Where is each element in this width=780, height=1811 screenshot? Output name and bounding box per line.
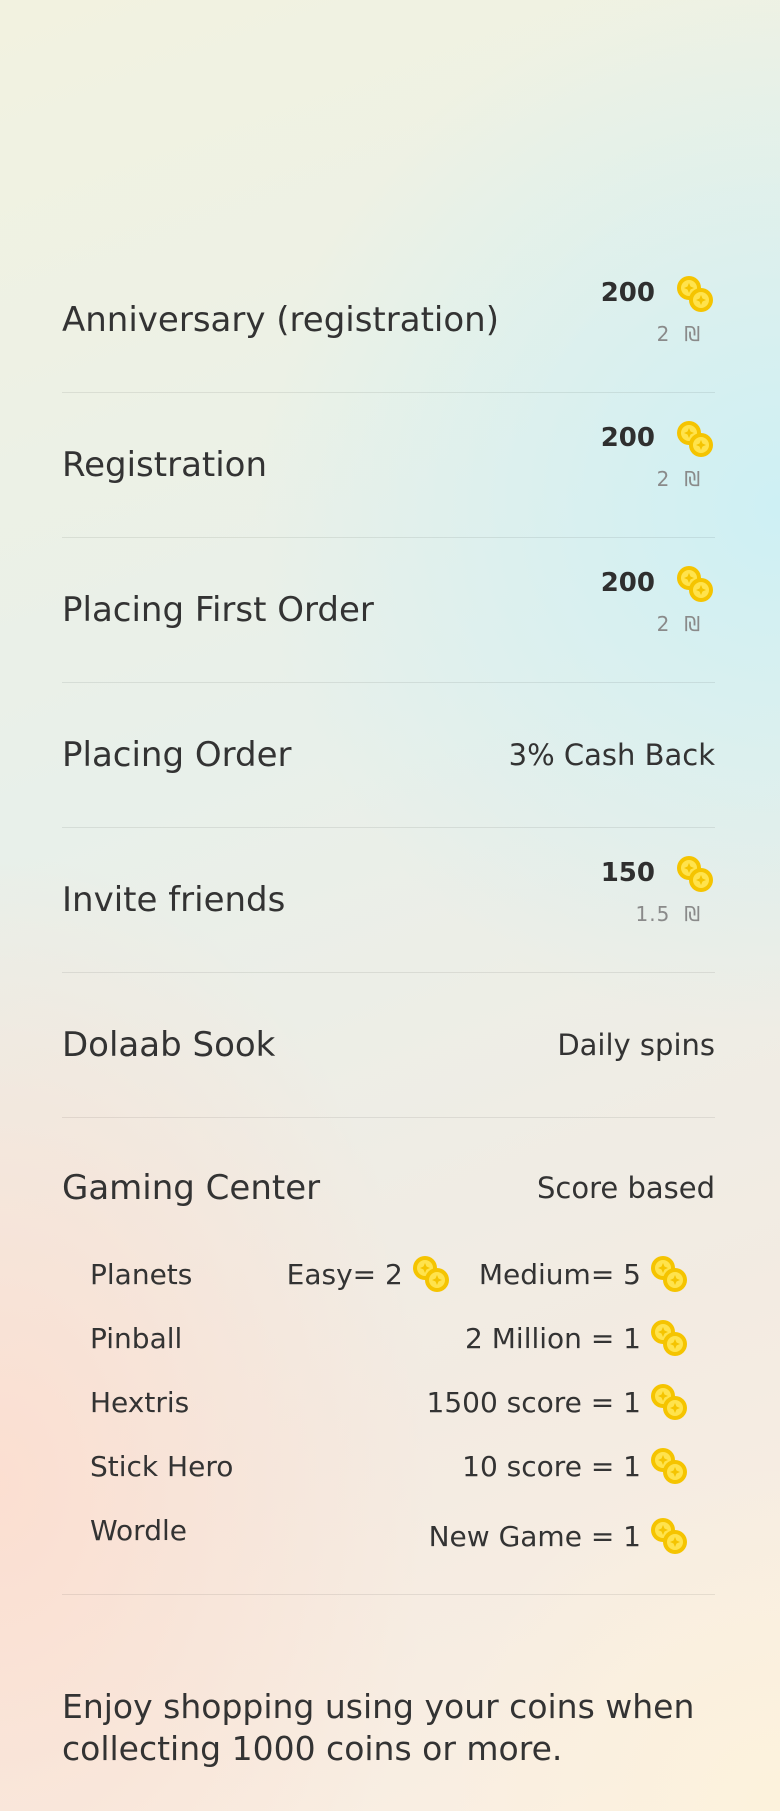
game-name: Planets bbox=[90, 1257, 193, 1291]
shekel-icon: ₪ bbox=[684, 322, 701, 346]
row-label: Gaming Center bbox=[62, 1168, 321, 1208]
game-rule-medium: Medium= 5 bbox=[478, 1257, 641, 1291]
row-label: Registration bbox=[62, 445, 268, 485]
shekel-value: 2 ₪ bbox=[656, 467, 701, 491]
coin-amount: 200 bbox=[600, 278, 655, 308]
game-rule: 10 score = 1 bbox=[462, 1446, 689, 1486]
row-label: Dolaab Sook bbox=[62, 1025, 276, 1065]
row-label: Anniversary (registration) bbox=[62, 300, 499, 340]
game-rule-text: 10 score = 1 bbox=[462, 1449, 641, 1483]
rewards-list: Anniversary (registration) 200 2 ₪ Regist… bbox=[62, 248, 715, 1595]
gaming-center-section: Gaming Center Score based Planets Easy= … bbox=[62, 1118, 715, 1595]
game-rule-text: 2 Million = 1 bbox=[465, 1321, 641, 1355]
reward-row-registration: Registration 200 2 ₪ bbox=[62, 393, 715, 538]
game-row-pinball: Pinball 2 Million = 1 bbox=[90, 1306, 689, 1370]
shekel-value: 1.5 ₪ bbox=[635, 902, 701, 926]
game-rule-easy: Easy= 2 bbox=[286, 1257, 403, 1291]
shekel-value: 2 ₪ bbox=[656, 322, 701, 346]
coins-icon bbox=[411, 1254, 451, 1294]
games-list: Planets Easy= 2 Medium= 5 Pinball 2 Mill… bbox=[90, 1242, 689, 1562]
footer-note: Enjoy shopping using your coins when col… bbox=[62, 1687, 695, 1768]
coins-icon bbox=[675, 274, 715, 314]
reward-row-first-order: Placing First Order 200 2 ₪ bbox=[62, 538, 715, 683]
shekel-value: 2 ₪ bbox=[656, 612, 701, 636]
game-row-planets: Planets Easy= 2 Medium= 5 bbox=[90, 1242, 689, 1306]
row-label: Placing First Order bbox=[62, 590, 374, 630]
game-row-hextris: Hextris 1500 score = 1 bbox=[90, 1370, 689, 1434]
reward-amount: 150 1.5 ₪ bbox=[575, 856, 715, 938]
score-based-text: Score based bbox=[537, 1171, 715, 1205]
reward-amount: 200 2 ₪ bbox=[575, 421, 715, 503]
coins-icon bbox=[675, 564, 715, 604]
game-rule: New Game = 1 bbox=[429, 1516, 689, 1556]
shekel-icon: ₪ bbox=[684, 902, 701, 926]
reward-row-invite-friends: Invite friends 150 1.5 ₪ bbox=[62, 828, 715, 973]
reward-row-dolaab-sook: Dolaab Sook Daily spins bbox=[62, 973, 715, 1118]
game-rule: 2 Million = 1 bbox=[465, 1318, 689, 1358]
game-name: Wordle bbox=[90, 1513, 187, 1547]
reward-row-anniversary: Anniversary (registration) 200 2 ₪ bbox=[62, 248, 715, 393]
row-label: Invite friends bbox=[62, 880, 286, 920]
coins-icon bbox=[649, 1516, 689, 1556]
coins-icon bbox=[675, 419, 715, 459]
gaming-center-header: Gaming Center Score based bbox=[62, 1168, 715, 1208]
coin-amount: 150 bbox=[600, 858, 655, 888]
reward-amount: 200 2 ₪ bbox=[575, 566, 715, 648]
game-row-stick-hero: Stick Hero 10 score = 1 bbox=[90, 1434, 689, 1498]
shekel-icon: ₪ bbox=[684, 612, 701, 636]
coins-icon bbox=[649, 1254, 689, 1294]
game-rule: 1500 score = 1 bbox=[427, 1382, 689, 1422]
game-rule-text: New Game = 1 bbox=[428, 1519, 641, 1553]
coins-icon bbox=[649, 1382, 689, 1422]
game-name: Hextris bbox=[90, 1385, 190, 1419]
coin-amount: 200 bbox=[600, 568, 655, 598]
game-name: Pinball bbox=[90, 1321, 183, 1355]
game-row-wordle: Wordle New Game = 1 bbox=[90, 1498, 689, 1562]
shekel-icon: ₪ bbox=[684, 467, 701, 491]
reward-row-placing-order: Placing Order 3% Cash Back bbox=[62, 683, 715, 828]
row-label: Placing Order bbox=[62, 735, 292, 775]
game-rule-text: 1500 score = 1 bbox=[426, 1385, 641, 1419]
coins-icon bbox=[675, 854, 715, 894]
game-name: Stick Hero bbox=[90, 1449, 234, 1483]
daily-spins-text: Daily spins bbox=[557, 1028, 715, 1062]
reward-amount: 200 2 ₪ bbox=[575, 276, 715, 358]
coin-amount: 200 bbox=[600, 423, 655, 453]
coins-icon bbox=[649, 1318, 689, 1358]
game-rule: Easy= 2 Medium= 5 bbox=[287, 1254, 689, 1294]
cashback-text: 3% Cash Back bbox=[508, 738, 715, 772]
coins-icon bbox=[649, 1446, 689, 1486]
